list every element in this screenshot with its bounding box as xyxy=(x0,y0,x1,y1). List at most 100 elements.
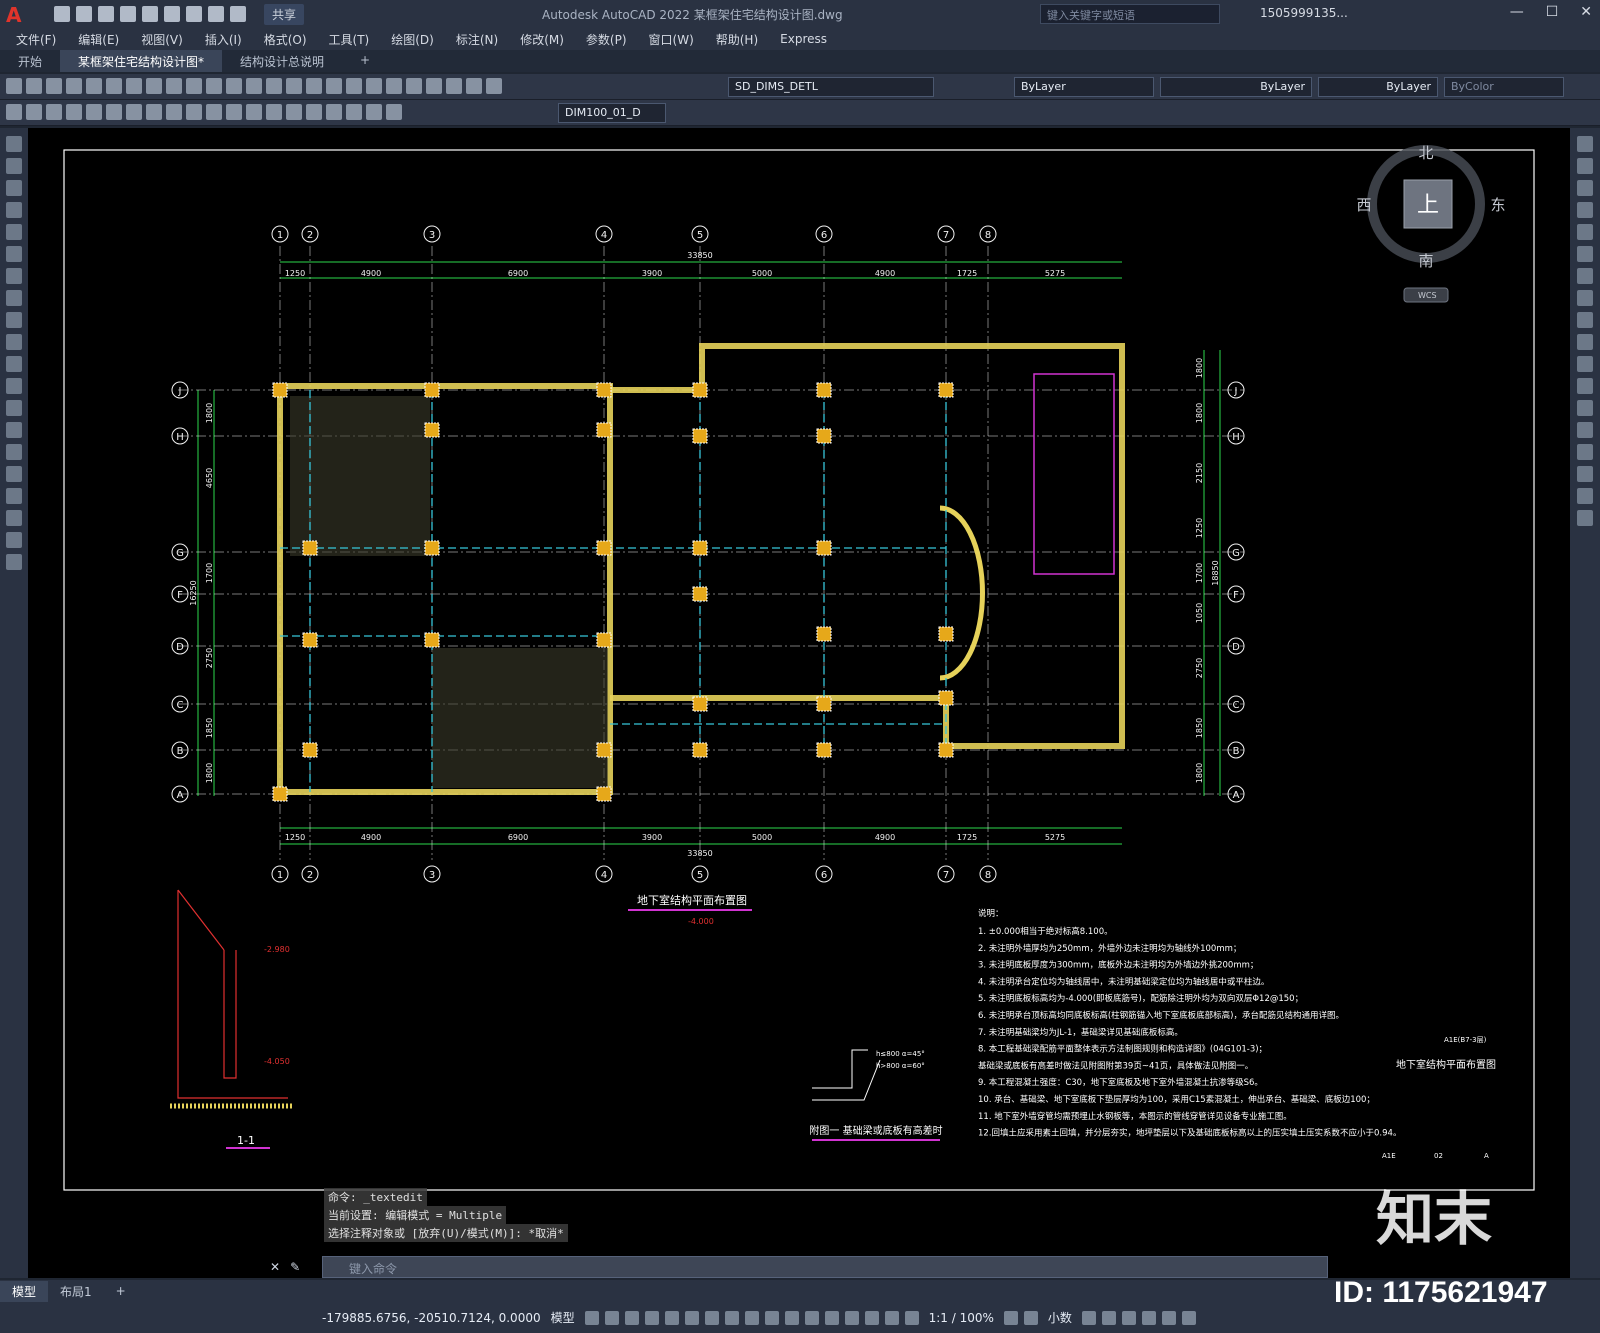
menu-dimension[interactable]: 标注(N) xyxy=(456,31,498,48)
copy-object-icon[interactable] xyxy=(1577,158,1593,174)
infer-icon[interactable] xyxy=(624,1310,639,1325)
save-icon[interactable] xyxy=(98,6,114,22)
wcs-label[interactable]: WCS xyxy=(1418,291,1437,300)
break-at-point-icon[interactable] xyxy=(1577,378,1593,394)
continue-icon[interactable] xyxy=(206,104,222,120)
chamfer-icon[interactable] xyxy=(1577,444,1593,460)
quick-properties-icon[interactable] xyxy=(1081,1310,1096,1325)
arc-length-icon[interactable] xyxy=(46,104,62,120)
layer-properties-icon[interactable] xyxy=(466,78,482,94)
new-icon[interactable] xyxy=(6,78,22,94)
scale-icon[interactable] xyxy=(1577,290,1593,306)
search-input[interactable]: 键入关键字或短语 xyxy=(1040,4,1220,24)
color-select[interactable]: ByLayer xyxy=(1014,77,1154,97)
viewcube[interactable]: 上 北 南 东 西 WCS xyxy=(1356,144,1506,303)
explode-icon[interactable] xyxy=(1577,510,1593,526)
annotation-monitor-icon[interactable] xyxy=(1023,1310,1038,1325)
new-file-icon[interactable] xyxy=(54,6,70,22)
array-icon[interactable] xyxy=(1577,224,1593,240)
arc-icon[interactable] xyxy=(6,246,22,262)
offset-icon[interactable] xyxy=(1577,202,1593,218)
minimize-icon[interactable]: — xyxy=(1510,4,1524,20)
viewcube-south[interactable]: 南 xyxy=(1418,252,1433,270)
design-center-icon[interactable] xyxy=(346,78,362,94)
viewcube-west[interactable]: 西 xyxy=(1356,196,1371,214)
polar-icon[interactable] xyxy=(664,1310,679,1325)
zoom-icon[interactable] xyxy=(266,78,282,94)
menu-express[interactable]: Express xyxy=(780,32,827,46)
circle-icon[interactable] xyxy=(6,268,22,284)
isodraft-icon[interactable] xyxy=(684,1310,699,1325)
dimstyle-select[interactable]: DIM100_01_D xyxy=(558,103,666,123)
annotation-scale[interactable]: 1:1 / 100% xyxy=(929,1311,994,1325)
mtext-icon[interactable] xyxy=(6,532,22,548)
dim-update-icon[interactable] xyxy=(386,104,402,120)
undo-icon[interactable] xyxy=(206,78,222,94)
linear-dim-icon[interactable] xyxy=(6,104,22,120)
space-icon[interactable] xyxy=(226,104,242,120)
osnap-tracking-icon[interactable] xyxy=(704,1310,719,1325)
redo-icon[interactable] xyxy=(226,78,242,94)
extend-icon[interactable] xyxy=(1577,356,1593,372)
menu-modify[interactable]: 修改(M) xyxy=(520,31,564,48)
close-command-icon[interactable]: ✕ xyxy=(270,1260,280,1274)
sheet-set-icon[interactable] xyxy=(386,78,402,94)
user-account[interactable]: 1505999135... xyxy=(1260,6,1348,20)
ordinate-icon[interactable] xyxy=(66,104,82,120)
viewcube-north[interactable]: 北 xyxy=(1418,144,1433,162)
selection-cycling-icon[interactable] xyxy=(784,1310,799,1325)
line-icon[interactable] xyxy=(6,136,22,152)
zoom-previous-icon[interactable] xyxy=(306,78,322,94)
plotstyle-select[interactable]: ByColor xyxy=(1444,77,1564,97)
gradient-icon[interactable] xyxy=(6,466,22,482)
lineweight-select[interactable]: ByLayer xyxy=(1318,77,1438,97)
linetype-select[interactable]: ByLayer xyxy=(1160,77,1312,97)
snap-icon[interactable] xyxy=(604,1310,619,1325)
cut-icon[interactable] xyxy=(126,78,142,94)
save-as-icon[interactable] xyxy=(120,6,136,22)
add-selected-icon[interactable] xyxy=(6,554,22,570)
menu-format[interactable]: 格式(O) xyxy=(264,31,307,48)
save-icon[interactable] xyxy=(46,78,62,94)
aligned-dim-icon[interactable] xyxy=(26,104,42,120)
point-icon[interactable] xyxy=(6,422,22,438)
quick-dim-icon[interactable] xyxy=(166,104,182,120)
layer-select[interactable]: SD_DIMS_DETL xyxy=(728,77,934,97)
customize-command-icon[interactable]: ✎ xyxy=(290,1260,300,1274)
dim-text-edit-icon[interactable] xyxy=(366,104,382,120)
diameter-icon[interactable] xyxy=(126,104,142,120)
move-icon[interactable] xyxy=(1577,246,1593,262)
stretch-icon[interactable] xyxy=(1577,312,1593,328)
tab-drawing[interactable]: 某框架住宅结构设计图* xyxy=(60,50,223,72)
publish-icon[interactable] xyxy=(106,78,122,94)
grid-icon[interactable] xyxy=(584,1310,599,1325)
jogged-linear-icon[interactable] xyxy=(326,104,342,120)
model-space-toggle[interactable]: 模型 xyxy=(551,1309,575,1326)
preview-icon[interactable] xyxy=(86,78,102,94)
copy-icon[interactable] xyxy=(146,78,162,94)
annotation-visibility-icon[interactable] xyxy=(884,1310,899,1325)
construction-line-icon[interactable] xyxy=(6,158,22,174)
spline-icon[interactable] xyxy=(6,312,22,328)
share-button[interactable]: 共享 xyxy=(264,3,305,25)
inspection-icon[interactable] xyxy=(306,104,322,120)
blend-icon[interactable] xyxy=(1577,488,1593,504)
viewcube-top[interactable]: 上 xyxy=(1417,193,1439,218)
revcloud-icon[interactable] xyxy=(6,290,22,306)
markup-icon[interactable] xyxy=(406,78,422,94)
jogged-icon[interactable] xyxy=(106,104,122,120)
autocad-logo-icon[interactable]: A xyxy=(6,3,32,27)
polygon-icon[interactable] xyxy=(6,202,22,218)
region-icon[interactable] xyxy=(6,488,22,504)
selection-filter-icon[interactable] xyxy=(844,1310,859,1325)
viewcube-east[interactable]: 东 xyxy=(1490,196,1505,214)
mirror-icon[interactable] xyxy=(1577,180,1593,196)
open-file-icon[interactable] xyxy=(76,6,92,22)
menu-view[interactable]: 视图(V) xyxy=(141,31,183,48)
clean-screen-icon[interactable] xyxy=(1161,1310,1176,1325)
units-select[interactable]: 小数 xyxy=(1048,1309,1072,1326)
paste-icon[interactable] xyxy=(166,78,182,94)
close-icon[interactable]: ✕ xyxy=(1580,4,1592,20)
new-tab-button[interactable]: + xyxy=(342,50,388,72)
tab-start[interactable]: 开始 xyxy=(0,50,60,72)
